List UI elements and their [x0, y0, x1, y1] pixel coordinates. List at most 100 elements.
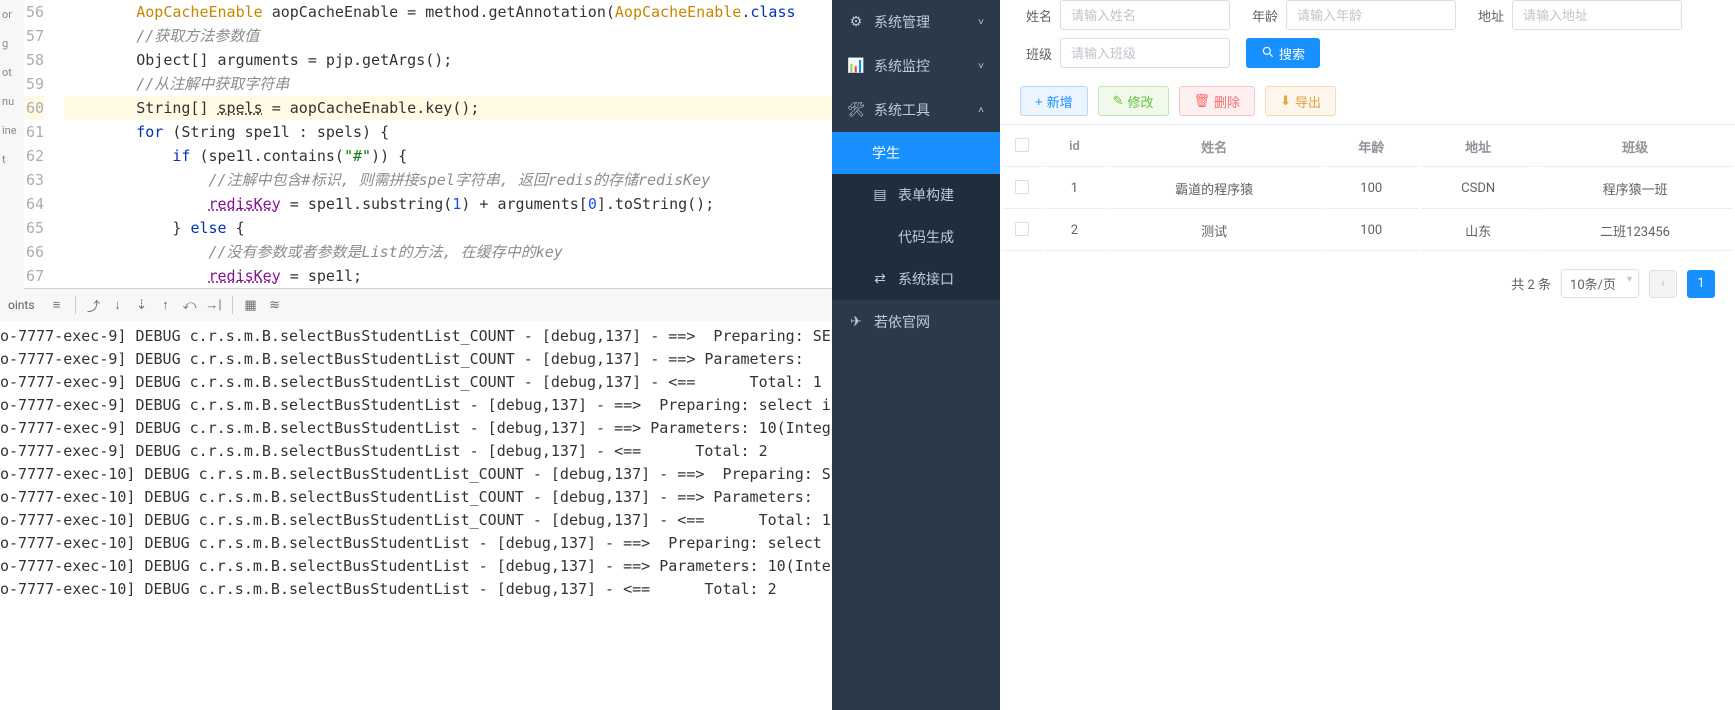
sidebar-item[interactable]: ✈ 若依官网	[832, 300, 1000, 344]
trace-icon[interactable]: ≋	[265, 295, 285, 315]
filter-class: 班级	[1020, 38, 1230, 68]
action-bar: +新增 ✎修改 🗑删除 ⬇导出	[1000, 78, 1735, 124]
sidebar-item-label: 若依官网	[874, 312, 930, 332]
pagination-total: 共 2 条	[1511, 274, 1551, 293]
chevron-down-icon: ˅	[978, 17, 984, 28]
chevron-up-icon: ˄	[978, 105, 984, 116]
sidebar-item[interactable]: ▤ 表单构建	[832, 174, 1000, 216]
col-name: 姓名	[1107, 127, 1321, 167]
run-to-cursor-icon[interactable]: →|	[204, 295, 224, 315]
chevron-down-icon: ˅	[978, 61, 984, 72]
code-line[interactable]: AopCacheEnable aopCacheEnable = method.g…	[64, 0, 832, 24]
code-line[interactable]: //获取方法参数值	[64, 24, 832, 48]
sidebar-item-label: 系统接口	[898, 269, 954, 289]
table-row[interactable]: 2测试100山东二班123456	[1002, 211, 1733, 251]
cell-age: 100	[1323, 211, 1419, 251]
prev-page-button[interactable]: ‹	[1649, 270, 1677, 298]
download-icon: ⬇	[1280, 93, 1291, 109]
address-label: 地址	[1472, 6, 1504, 25]
row-checkbox[interactable]	[1015, 180, 1029, 194]
sidebar-item-label: 学生	[872, 143, 900, 163]
cell-name: 霸道的程序猿	[1107, 169, 1321, 209]
add-button[interactable]: +新增	[1020, 86, 1088, 116]
edit-button[interactable]: ✎修改	[1098, 86, 1169, 116]
class-input[interactable]	[1060, 38, 1230, 68]
force-step-icon[interactable]: ⇣	[132, 295, 152, 315]
sidebar-item[interactable]: 🛠 系统工具 ˄	[832, 88, 1000, 132]
code-line[interactable]: redisKey = spe1l.substring(1) + argument…	[64, 192, 832, 216]
page-size-select[interactable]: 10条/页	[1561, 269, 1639, 298]
sidebar-item-label: 系统工具	[874, 100, 930, 120]
code-line[interactable]: //没有参数或者参数是List的方法, 在缓存中的key	[64, 240, 832, 264]
age-label: 年龄	[1246, 6, 1278, 25]
cell-id: 1	[1044, 169, 1105, 209]
code-line[interactable]: if (spe1l.contains("#")) {	[64, 144, 832, 168]
step-into-icon[interactable]: ↓	[108, 295, 128, 315]
search-button[interactable]: 搜索	[1246, 38, 1320, 68]
data-table: id 姓名 年龄 地址 班级 1霸道的程序猿100CSDN程序猿一班2测试100…	[1000, 124, 1735, 253]
col-class: 班级	[1537, 127, 1733, 167]
cell-class: 程序猿一班	[1537, 169, 1733, 209]
step-over-icon[interactable]: ⤴	[84, 295, 104, 315]
filter-address: 地址	[1472, 0, 1682, 30]
sidebar-item[interactable]: 学生	[832, 132, 1000, 174]
address-input[interactable]	[1512, 0, 1682, 30]
form-icon: ▤	[872, 187, 888, 203]
gear-icon: ⚙	[848, 14, 864, 30]
delete-icon: 🗑	[1194, 93, 1211, 109]
drop-frame-icon[interactable]: ⤺	[180, 295, 200, 315]
code-line[interactable]: Object[] arguments = pjp.getArgs();	[64, 48, 832, 72]
class-label: 班级	[1020, 44, 1052, 63]
debug-toolbar: oints ≡ ⤴ ↓ ⇣ ↑ ⤺ →| ▦ ≋	[0, 288, 832, 321]
code-line[interactable]: String[] spels = aopCacheEnable.key();	[64, 96, 832, 120]
tool-icon: 🛠	[848, 102, 864, 118]
code-editor[interactable]: 565758596061626364656667 AopCacheEnable …	[0, 0, 832, 288]
list-icon[interactable]: ≡	[47, 295, 67, 315]
code-line[interactable]: //从注解中获取字符串	[64, 72, 832, 96]
code-line[interactable]: redisKey = spe1l;	[64, 264, 832, 288]
link-icon: ✈	[848, 314, 864, 330]
cell-address: CSDN	[1421, 169, 1535, 209]
col-address: 地址	[1421, 127, 1535, 167]
step-out-icon[interactable]: ↑	[156, 295, 176, 315]
table-row[interactable]: 1霸道的程序猿100CSDN程序猿一班	[1002, 169, 1733, 209]
age-input[interactable]	[1286, 0, 1456, 30]
sidebar-item[interactable]: ⚙ 系统管理 ˅	[832, 0, 1000, 44]
sidebar-item-label: 系统管理	[874, 12, 930, 32]
console-output[interactable]: o-7777-exec-9] DEBUG c.r.s.m.B.selectBus…	[0, 321, 832, 710]
sidebar: ⚙ 系统管理 ˅ 📊 系统监控 ˅ 🛠 系统工具 ˄ 学生 ▤ 表单构建代码生成 ⇄ 系统接口 ✈ 若依官网	[832, 0, 1000, 710]
cell-id: 2	[1044, 211, 1105, 251]
ide-left-sliver: orgotnuinet	[0, 0, 24, 300]
filter-name: 姓名	[1020, 0, 1230, 30]
code-line[interactable]: } else {	[64, 216, 832, 240]
delete-button[interactable]: 🗑删除	[1179, 86, 1256, 116]
page-1-button[interactable]: 1	[1687, 270, 1715, 298]
cell-name: 测试	[1107, 211, 1321, 251]
select-all-checkbox[interactable]	[1015, 138, 1029, 152]
sidebar-item[interactable]: ⇄ 系统接口	[832, 258, 1000, 300]
filter-age: 年龄	[1246, 0, 1456, 30]
sidebar-item[interactable]: 代码生成	[832, 216, 1000, 258]
export-button[interactable]: ⬇导出	[1265, 86, 1336, 116]
edit-icon: ✎	[1113, 93, 1124, 109]
sidebar-item-label: 系统监控	[874, 56, 930, 76]
search-icon	[1261, 45, 1275, 62]
cell-class: 二班123456	[1537, 211, 1733, 251]
table-header-row: id 姓名 年龄 地址 班级	[1002, 127, 1733, 167]
cell-address: 山东	[1421, 211, 1535, 251]
cell-age: 100	[1323, 169, 1419, 209]
main-panel: 姓名 年龄 地址 班级 搜索 +新增	[1000, 0, 1735, 710]
code-content[interactable]: AopCacheEnable aopCacheEnable = method.g…	[64, 0, 832, 288]
plus-icon: +	[1035, 94, 1043, 109]
api-icon: ⇄	[872, 271, 888, 287]
monitor-icon: 📊	[848, 58, 864, 74]
evaluate-icon[interactable]: ▦	[241, 295, 261, 315]
sidebar-item-label: 代码生成	[898, 227, 954, 247]
code-line[interactable]: for (String spe1l : spels) {	[64, 120, 832, 144]
name-input[interactable]	[1060, 0, 1230, 30]
code-line[interactable]: //注解中包含#标识, 则需拼接spel字符串, 返回redis的存储redis…	[64, 168, 832, 192]
sidebar-item[interactable]: 📊 系统监控 ˅	[832, 44, 1000, 88]
row-checkbox[interactable]	[1015, 222, 1029, 236]
sidebar-item-label: 表单构建	[898, 185, 954, 205]
col-age: 年龄	[1323, 127, 1419, 167]
